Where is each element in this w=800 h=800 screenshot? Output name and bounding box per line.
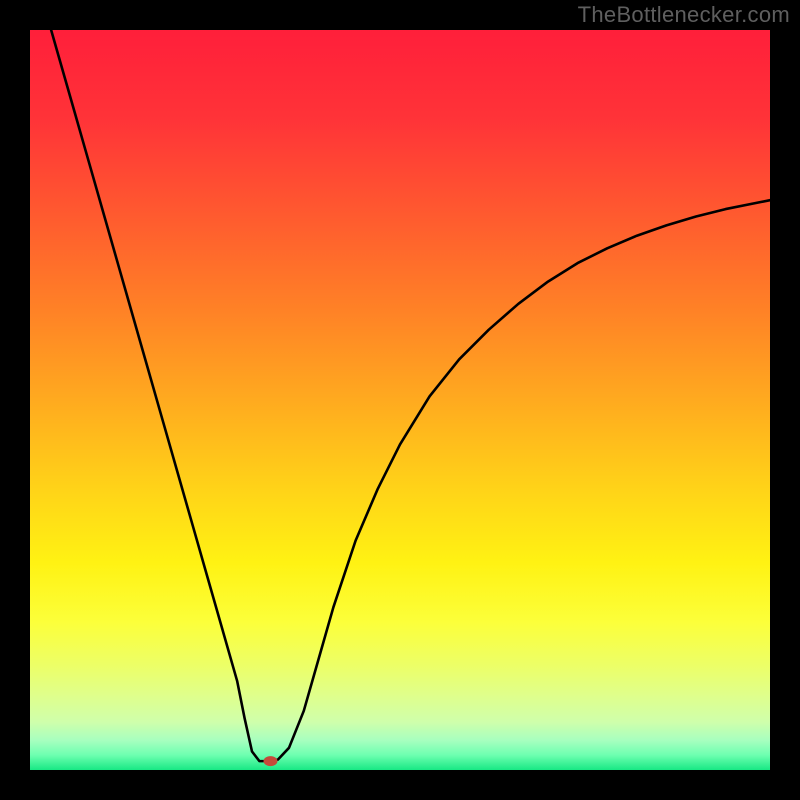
chart-marker <box>264 756 278 766</box>
chart-frame: TheBottleneсker.com <box>0 0 800 800</box>
chart-gradient-bg <box>30 30 770 770</box>
chart-svg <box>0 0 800 800</box>
watermark-text: TheBottleneсker.com <box>578 2 790 28</box>
